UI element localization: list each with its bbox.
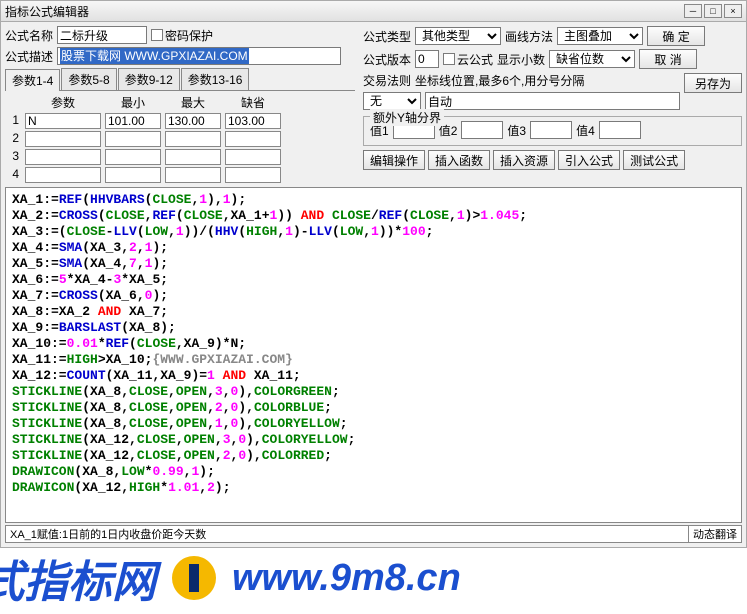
param-header-name: 参数 [25,94,101,111]
insert-res-button[interactable]: 插入资源 [493,150,555,170]
tab-params-5-8[interactable]: 参数5-8 [61,68,116,90]
type-label: 公式类型 [363,28,411,45]
param-tabs: 参数1-4 参数5-8 参数9-12 参数13-16 [5,68,355,91]
traderule-label: 交易法则 [363,72,411,89]
param-max-1[interactable] [165,113,221,129]
type-select[interactable]: 其他类型 [415,27,501,45]
coord-input[interactable] [425,92,680,110]
param-name-3[interactable] [25,149,101,165]
pwd-checkbox[interactable]: 密码保护 [151,27,213,44]
maximize-button[interactable]: □ [704,4,722,18]
param-def-1[interactable] [225,113,281,129]
param-min-1[interactable] [105,113,161,129]
main-panel: 公式名称 密码保护 公式描述 股票下载网 WWW.GPXIAZAI.COM 参数… [0,22,747,548]
insert-func-button[interactable]: 插入函数 [428,150,490,170]
decimals-select[interactable]: 缺省位数 [549,50,635,68]
desc-input[interactable]: 股票下载网 WWW.GPXIAZAI.COM [57,47,341,65]
drawmethod-select[interactable]: 主图叠加 [557,27,643,45]
traderule-select[interactable]: 无 [363,92,421,110]
y2-input[interactable] [461,121,503,139]
banner-text-2: www.9m8.cn [232,557,461,600]
y3-input[interactable] [530,121,572,139]
cloud-checkbox[interactable]: 云公式 [443,51,493,68]
edit-ops-button[interactable]: 编辑操作 [363,150,425,170]
window-title: 指标公式编辑器 [5,3,682,20]
name-label: 公式名称 [5,27,53,44]
param-name-2[interactable] [25,131,101,147]
cancel-button[interactable]: 取 消 [639,49,697,69]
name-input[interactable] [57,26,147,44]
param-header-max: 最大 [165,94,221,111]
close-button[interactable]: × [724,4,742,18]
desc-label: 公式描述 [5,48,53,65]
tab-params-13-16[interactable]: 参数13-16 [181,68,250,90]
extra-y-group: 额外Y轴分界 值1 值2 值3 值4 [363,116,742,146]
titlebar: 指标公式编辑器 ─ □ × [0,0,747,22]
minimize-button[interactable]: ─ [684,4,702,18]
test-formula-button[interactable]: 测试公式 [623,150,685,170]
param-header-min: 最小 [105,94,161,111]
version-input[interactable] [415,50,439,68]
decimals-label: 显示小数 [497,51,545,68]
coord-hint-label: 坐标线位置,最多6个,用分号分隔 [415,72,680,89]
param-grid: 参数 最小 最大 缺省 1 2 3 4 [5,94,355,183]
banner-logo-icon [172,556,216,600]
status-right: 动态翻译 [688,526,741,542]
import-formula-button[interactable]: 引入公式 [558,150,620,170]
tab-params-9-12[interactable]: 参数9-12 [118,68,180,90]
extra-y-legend: 额外Y轴分界 [370,109,444,126]
y4-input[interactable] [599,121,641,139]
watermark-banner: 式指标网 www.9m8.cn [0,548,747,608]
drawmethod-label: 画线方法 [505,28,553,45]
tab-params-1-4[interactable]: 参数1-4 [5,69,60,91]
ok-button[interactable]: 确 定 [647,26,705,46]
code-editor[interactable]: XA_1:=REF(HHVBARS(CLOSE,1),1);XA_2:=CROS… [5,187,742,523]
param-header-def: 缺省 [225,94,281,111]
version-label: 公式版本 [363,51,411,68]
banner-text-1: 式指标网 [0,548,156,608]
status-bar: XA_1赋值:1日前的1日内收盘价距今天数 动态翻译 [5,525,742,543]
status-left: XA_1赋值:1日前的1日内收盘价距今天数 [6,526,688,542]
saveas-button[interactable]: 另存为 [684,73,742,93]
param-name-4[interactable] [25,167,101,183]
param-name-1[interactable] [25,113,101,129]
